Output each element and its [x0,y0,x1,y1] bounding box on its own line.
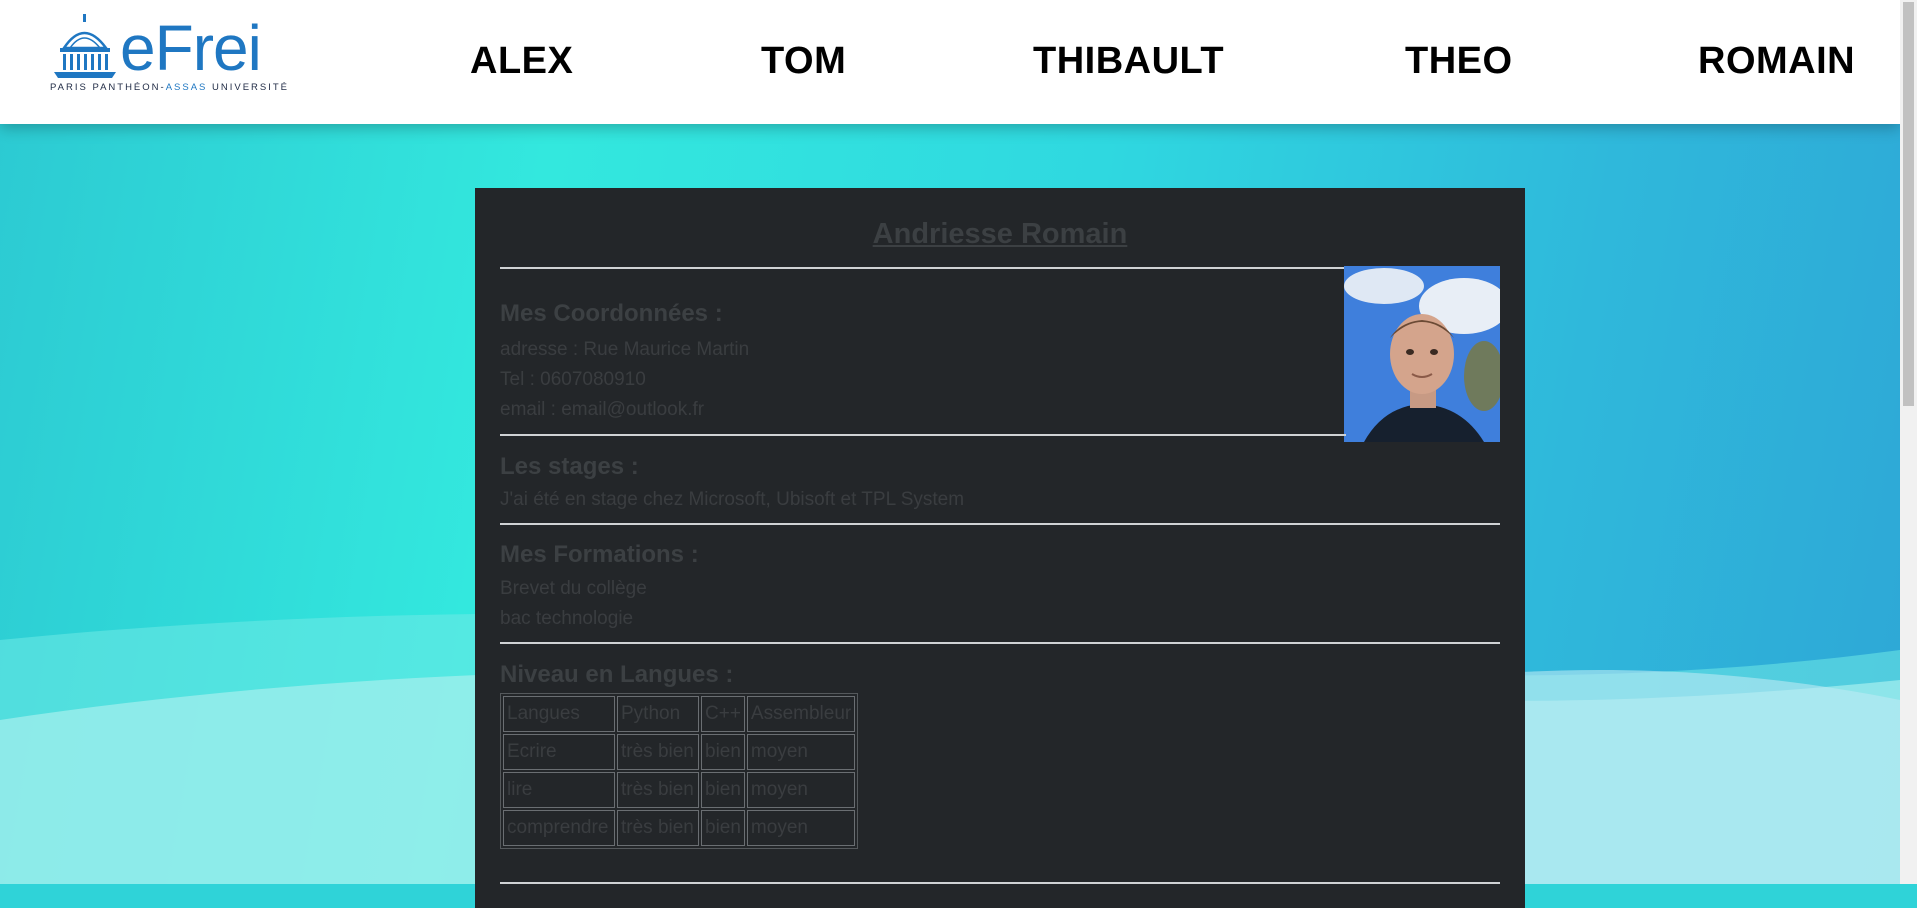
languages-table: Langues Python C++ Assembleur Ecrire trè… [500,693,859,849]
top-navbar: eFrei PARIS PANTHÉON-ASSAS UNIVERSITÉ AL… [0,0,1900,124]
nav-link-romain[interactable]: ROMAIN [1698,38,1855,84]
pantheon-dome-icon [54,14,116,78]
contact-section-title: Mes Coordonnées : [500,300,723,327]
education-item: Brevet du collège [500,578,647,599]
efrei-logo[interactable]: eFrei PARIS PANTHÉON-ASSAS UNIVERSITÉ [48,14,288,98]
nav-link-tom[interactable]: TOM [761,38,846,84]
table-cell: Ecrire [503,734,615,770]
divider [500,434,1346,436]
table-header-cell: C++ [701,696,745,732]
table-cell: très bien [617,734,699,770]
nav-link-alex[interactable]: ALEX [470,38,573,84]
table-cell: bien [701,810,745,846]
internships-section-title: Les stages : [500,453,639,480]
divider [500,267,1346,269]
table-row: comprendre très bien bien moyen [503,810,856,846]
divider [500,523,1500,525]
table-header-cell: Langues [503,696,615,732]
education-section-title: Mes Formations : [500,541,699,568]
nav-link-theo[interactable]: THEO [1405,38,1513,84]
page-scrollbar[interactable] [1900,0,1917,884]
profile-photo [1344,266,1500,442]
logo-subtitle: PARIS PANTHÉON-ASSAS UNIVERSITÉ [50,82,290,93]
divider [500,642,1500,644]
table-cell: très bien [617,772,699,808]
table-cell: moyen [746,734,856,770]
table-cell: moyen [746,772,856,808]
table-header-cell: Python [617,696,699,732]
table-row: Ecrire très bien bien moyen [503,734,856,770]
table-cell: bien [701,734,745,770]
table-cell: très bien [617,810,699,846]
profile-card: Andriesse Romain Mes Coordonnées : adres… [475,188,1525,908]
scrollbar-thumb[interactable] [1903,2,1914,406]
table-header-cell: Assembleur [746,696,856,732]
table-cell: moyen [746,810,856,846]
internships-text: J'ai été en stage chez Microsoft, Ubisof… [500,489,965,510]
table-cell: lire [503,772,615,808]
table-cell: comprendre [503,810,615,846]
logo-wordmark: eFrei [120,12,262,84]
profile-name: Andriesse Romain [872,218,1128,250]
table-cell: bien [701,772,745,808]
profile-photo-image [1344,266,1500,442]
nav-link-thibault[interactable]: THIBAULT [1033,38,1224,84]
contact-email: email : email@outlook.fr [500,399,705,420]
contact-address: adresse : Rue Maurice Martin [500,339,750,360]
table-header-row: Langues Python C++ Assembleur [503,696,856,732]
languages-section-title: Niveau en Langues : [500,661,734,688]
contact-phone: Tel : 0607080910 [500,369,646,390]
table-row: lire très bien bien moyen [503,772,856,808]
education-item: bac technologie [500,608,634,629]
